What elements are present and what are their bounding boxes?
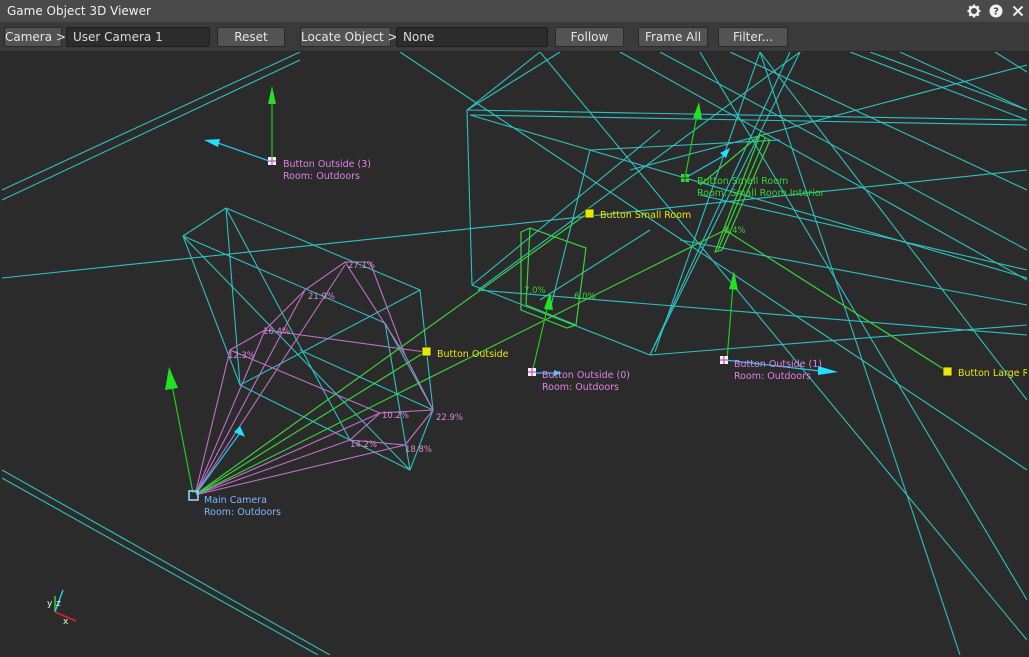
follow-button[interactable]: Follow [555,27,624,47]
label-button-small-room: Button Small Room [600,210,691,221]
pct-label: 7.0% [524,286,546,296]
marker-button-outside[interactable] [421,346,432,357]
marker-button-small-room[interactable] [584,208,595,219]
locate-object-button[interactable]: Locate Object > [300,27,398,47]
camera-menu-button[interactable]: Camera > [4,27,66,47]
3d-viewport[interactable]: Button Outside (3) Room: Outdoors Button… [2,52,1027,655]
pct-label: 10.2% [382,411,409,421]
pct-label: 16.4% [263,327,290,337]
marker-button-outside-3[interactable] [268,157,276,165]
marker-button-outside-1[interactable] [720,356,728,364]
label-button-outside-3-room: Room: Outdoors [283,171,360,182]
axis-z-label: z [56,599,61,609]
window-title: Game Object 3D Viewer [7,4,151,18]
label-main-camera-room: Room: Outdoors [204,507,281,518]
room-wireframes [2,52,1027,655]
close-icon[interactable] [1007,0,1029,22]
label-button-small-room-top-room: Room: Small Room Interior [697,188,825,199]
pct-label: 27.1% [348,261,375,271]
label-button-outside-1-room: Room: Outdoors [734,371,811,382]
label-button-small-room-top-name: Button Small Room [697,176,788,187]
label-button-outside: Button Outside [437,349,509,360]
toolbar: Camera > User Camera 1 Reset Locate Obje… [0,23,1029,52]
app-window: Game Object 3D Viewer ? Camera > User Ca… [0,0,1029,657]
pct-label: 14.2% [350,440,377,450]
label-button-outside-3-name: Button Outside (3) [283,159,371,170]
label-button-outside-0-name: Button Outside (0) [542,370,630,381]
visible-object-lines [194,134,946,496]
axis-gizmo: y z x [47,589,77,627]
pct-label: 12.3% [228,351,255,361]
reset-button[interactable]: Reset [217,27,285,47]
axis-y-label: y [47,599,53,609]
label-button-large-room: Button Large Ro [958,368,1027,379]
axis-x-label: x [63,617,69,627]
gear-icon[interactable] [963,0,985,22]
title-icons: ? [963,0,1029,22]
pct-label: 18.8% [405,445,432,455]
frame-all-button[interactable]: Frame All [638,27,708,47]
label-button-outside-0-room: Room: Outdoors [542,382,619,393]
pct-label: 21.9% [308,292,335,302]
label-button-outside-1-name: Button Outside (1) [734,359,822,370]
locate-object-field[interactable]: None [396,27,548,47]
pct-label: 8.4% [724,226,746,236]
camera-field[interactable]: User Camera 1 [66,27,210,47]
pct-label: 6.0% [574,292,596,302]
pct-label: 22.9% [436,413,463,423]
label-main-camera-name: Main Camera [204,495,267,506]
help-icon[interactable]: ? [985,0,1007,22]
marker-button-outside-0[interactable] [528,368,536,376]
svg-text:?: ? [993,7,999,18]
scene-canvas[interactable]: Button Outside (3) Room: Outdoors Button… [2,52,1027,655]
title-bar: Game Object 3D Viewer ? [0,0,1029,23]
filter-button[interactable]: Filter... [718,27,788,47]
marker-button-large-room[interactable] [942,366,953,377]
marker-button-small-room-top[interactable] [681,174,689,182]
visibility-percentages: 27.1% 21.9% 16.4% 12.3% 10.2% 22.9% 14.2… [228,226,746,455]
